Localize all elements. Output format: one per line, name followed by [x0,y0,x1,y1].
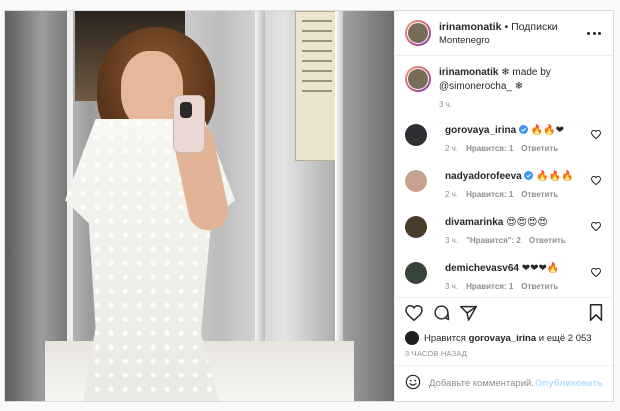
reply-button[interactable]: Ответить [521,190,558,199]
caption-time: 3 ч. [439,100,453,109]
emoji-icon[interactable] [405,374,421,393]
add-comment-bar: Опубликовать [395,365,613,401]
author-username[interactable]: irinamonatik [439,21,501,33]
comment-text: demichevasv64 ❤❤❤🔥 3 ч. Нравится: 1 Ответит… [445,262,589,294]
comment-body: 🔥🔥❤ [530,125,564,136]
caption-mention[interactable]: @simonerocha_ [439,81,512,92]
comment-meta: 3 ч. Нравится: 1 Ответить [445,280,589,294]
comment-text: divamarinka 😍😍😍😍 3 ч. "Нравится": 2 Ответит… [445,216,589,248]
comment-time[interactable]: 3 ч. [445,282,458,291]
likes-suffix[interactable]: и ещё 2 053 [539,333,592,344]
comment-row: nadyadorofeeva 🔥🔥🔥 2 ч. Нравится: 1 Ответит… [405,170,603,216]
avatar[interactable] [405,262,427,284]
comment-username[interactable]: demichevasv64 [445,263,519,274]
smartphone [173,95,205,153]
heart-icon[interactable] [589,267,603,280]
likes-user[interactable]: gorovaya_irina [469,333,537,344]
comment-body: 😍😍😍😍 [506,217,548,228]
action-bar [395,297,613,327]
bookmark-icon[interactable] [589,304,603,321]
post-author: irinamonatik • Подписки Montenegro [439,19,585,48]
liker-avatar [405,331,419,345]
verified-badge-icon [518,125,528,134]
reply-button[interactable]: Ответить [529,236,566,245]
snowflake-emoji: ❄ [514,81,524,92]
caption: irinamonatik ❄ made by @simonerocha_ ❄ 3… [405,66,603,124]
caption-text: irinamonatik ❄ made by @simonerocha_ ❄ 3… [439,66,603,123]
publish-button[interactable]: Опубликовать [535,378,603,389]
comment-meta: 3 ч. "Нравится": 2 Ответить [445,234,589,248]
reply-button[interactable]: Ответить [521,144,558,153]
heart-icon[interactable] [589,221,603,234]
separator-dot: • [504,20,509,33]
caption-body: made by [512,67,551,78]
caption-meta: 3 ч. [439,98,603,112]
comment-likes[interactable]: Нравится: 1 [466,190,513,199]
comment-input[interactable] [429,378,536,389]
comment-text: gorovaya_irina 🔥🔥❤ 2 ч. Нравится: 1 Ответит… [445,124,589,156]
avatar[interactable] [405,66,431,92]
comment-username[interactable]: divamarinka [445,217,503,228]
location-link[interactable]: Montenegro [439,34,585,48]
comment-meta: 2 ч. Нравится: 1 Ответить [445,142,589,156]
comment-body: 🔥🔥🔥 [536,171,574,182]
comment-time[interactable]: 2 ч. [445,144,458,153]
caption-username[interactable]: irinamonatik [439,67,498,78]
comment-time[interactable]: 2 ч. [445,190,458,199]
avatar[interactable] [405,170,427,192]
heart-icon[interactable] [589,175,603,188]
likes-summary[interactable]: Нравится gorovaya_irina и ещё 2 053 [395,327,613,349]
comment-username[interactable]: gorovaya_irina [445,125,516,136]
heart-icon[interactable] [589,129,603,142]
more-horizontal-icon[interactable] [585,26,603,40]
reply-button[interactable]: Ответить [521,282,558,291]
comments-section: irinamonatik ❄ made by @simonerocha_ ❄ 3… [395,56,613,297]
comment-body: ❤❤❤🔥 [521,263,560,274]
heart-icon[interactable] [405,304,423,321]
share-icon[interactable] [460,305,477,321]
likes-prefix: Нравится [424,332,466,344]
instagram-post: irinamonatik • Подписки Montenegro irinamo… [4,10,614,402]
comment-row: divamarinka 😍😍😍😍 3 ч. "Нравится": 2 Ответит… [405,216,603,262]
post-header: irinamonatik • Подписки Montenegro [395,11,613,56]
snowflake-emoji: ❄ [501,67,510,78]
comment-meta: 2 ч. Нравится: 1 Ответить [445,188,589,202]
comment-row: demichevasv64 ❤❤❤🔥 3 ч. Нравится: 1 Ответит… [405,262,603,297]
following-label[interactable]: Подписки [511,21,558,33]
comment-likes[interactable]: "Нравится": 2 [466,236,521,245]
comment-time[interactable]: 3 ч. [445,236,458,245]
comment-icon[interactable] [433,304,450,321]
comment-list: gorovaya_irina 🔥🔥❤ 2 ч. Нравится: 1 Ответит… [405,124,603,297]
post-photo[interactable] [5,11,394,401]
elevator-sign [295,11,339,161]
comment-likes[interactable]: Нравится: 1 [466,282,513,291]
post-sidebar: irinamonatik • Подписки Montenegro irinamo… [394,11,613,401]
verified-badge-icon [524,171,534,180]
comment-username[interactable]: nadyadorofeeva [445,171,522,182]
avatar[interactable] [405,20,431,46]
post-timestamp: 3 ЧАСОВ НАЗАД [405,349,468,358]
avatar[interactable] [405,216,427,238]
comment-likes[interactable]: Нравится: 1 [466,144,513,153]
avatar[interactable] [405,124,427,146]
comment-row: gorovaya_irina 🔥🔥❤ 2 ч. Нравится: 1 Ответит… [405,124,603,170]
comment-text: nadyadorofeeva 🔥🔥🔥 2 ч. Нравится: 1 Ответит… [445,170,589,202]
